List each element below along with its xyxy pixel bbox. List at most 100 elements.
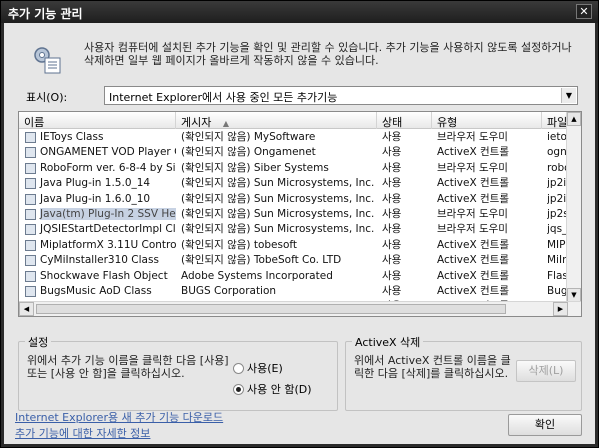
vertical-scrollbar[interactable]: ▲ ▼ [566,112,581,302]
addon-cell-type: ActiveX 컨트롤 [437,177,509,190]
addon-row[interactable]: Java(tm) Plug-In 2 SSV Helper (확인되지 않음) S… [19,207,567,222]
learn-more-link[interactable]: 추가 기능에 대한 자세한 정보 [15,425,150,441]
settings-group-title: 설정 [25,334,52,350]
enable-radio-dot [233,363,244,374]
addon-cell-file: jp2ssv [547,207,567,220]
addon-cell-publisher: Adobe Systems Incorporated [181,269,333,282]
addon-cell-type: 브라우저 도우미 [437,161,508,174]
addon-cell-file: jqs_plu [547,223,567,236]
addon-cell-file: ietoy.d [547,131,567,143]
addon-gear-icon [34,47,61,74]
addon-name: Java Plug-in 1.6.0_10 [40,192,151,205]
addon-icon [25,193,36,205]
addon-cell-status: 사용 [382,284,402,297]
horizontal-scroll-thumb[interactable] [36,304,506,314]
addon-icon [25,270,36,282]
settings-instructions: 위에서 추가 기능 이름을 클릭한 다음 [사용] 또는 [사용 안 함]을 클… [27,354,229,380]
disable-radio[interactable]: 사용 안 함(D) [233,381,312,397]
addon-cell-type: 브라우저 도우미 [437,207,508,220]
addon-cell-name: MiplatformX 3.11U Control [19,238,176,253]
chevron-down-icon[interactable]: ▼ [561,88,576,103]
addon-icon [25,208,36,220]
scroll-right-icon[interactable]: ▶ [553,302,568,316]
addon-icon [25,132,36,143]
addon-cell-type: 브라우저 도우미 [437,131,508,143]
addon-row[interactable]: RoboForm ver. 6-8-4 by Sibe... (확인되지 않음) … [19,161,567,176]
addon-cell-type: ActiveX 컨트롤 [437,254,509,267]
horizontal-scrollbar[interactable]: ◀ ▶ [19,301,581,316]
addon-cell-type: ActiveX 컨트롤 [437,238,509,251]
addon-name: ONGAMENET VOD Player Con... [40,146,176,159]
addon-name: RoboForm ver. 6-8-4 by Sibe... [40,161,176,174]
addon-icon [25,255,36,267]
addon-icon [25,285,36,297]
ok-button[interactable]: 확인 [508,414,582,436]
addon-cell-status: 사용 [382,131,402,143]
addon-cell-name: BugsMusic AoD Class [19,284,176,299]
addon-row[interactable]: IEToys Class (확인되지 않음) MySoftware 사용 브라우저 도… [19,130,567,145]
addon-row[interactable]: Java Plug-in 1.5.0_14 (확인되지 않음) Sun Micro… [19,176,567,191]
show-label: 표시(O): [26,91,68,104]
disable-radio-dot [233,384,244,395]
addon-cell-file: jp2iexp [547,192,567,205]
addon-manager-window: 추가 기능 관리 ✕ 사용자 컴퓨터에 설치된 추가 기능을 확인 및 관리할 … [0,0,599,448]
addon-cell-name: Java Plug-in 1.5.0_14 [19,176,176,191]
addon-cell-publisher: BUGS Corporation [181,284,277,297]
addon-cell-publisher: (확인되지 않음) Sun Microsystems, Inc. [181,223,375,236]
addon-cell-status: 사용 [382,238,402,251]
addon-cell-type: 브라우저 도우미 [437,223,508,236]
addon-name: IEToys Class [40,131,104,143]
addon-cell-type: ActiveX 컨트롤 [437,284,509,297]
addon-cell-status: 사용 [382,146,402,159]
addon-name: BugsMusic AoD Class [40,284,152,297]
addon-cell-publisher: (확인되지 않음) MySoftware [181,131,316,143]
scroll-left-icon[interactable]: ◀ [19,302,34,316]
addon-icon [25,162,36,174]
column-header-publisher[interactable]: 게시자 ▲ [176,112,377,129]
show-filter-select[interactable]: Internet Explorer에서 사용 중인 모든 추가기능 ▼ [104,86,578,105]
delete-button[interactable]: 삭제(L) [516,360,576,382]
addon-row[interactable]: ONGAMENET VOD Player Con... (확인되지 않음) Ong… [19,145,567,160]
download-addons-link[interactable]: Internet Explorer용 새 추가 기능 다운로드 [15,409,223,425]
addon-cell-name: CyMiInstaller310 Class [19,253,176,268]
show-filter-value: Internet Explorer에서 사용 중인 모든 추가기능 [109,91,338,104]
addon-icon [25,147,36,159]
addon-rows: IEToys Class (확인되지 않음) MySoftware 사용 브라우저 도… [19,130,567,315]
addon-cell-name: RoboForm ver. 6-8-4 by Sibe... [19,161,176,176]
title-bar[interactable]: 추가 기능 관리 ✕ [1,1,598,23]
column-header-status[interactable]: 상태 [377,112,432,129]
activex-group-title: ActiveX 삭제 [352,334,424,350]
activex-delete-group: ActiveX 삭제 위에서 ActiveX 컨트롤 이름을 클릭한 다음 [삭… [345,334,582,411]
addon-cell-publisher: (확인되지 않음) Siber Systems [181,161,329,174]
addon-cell-file: Flash9 [547,269,567,282]
addon-row[interactable]: Java Plug-in 1.6.0_10 (확인되지 않음) Sun Micro… [19,192,567,207]
addon-cell-publisher: (확인되지 않음) Ongamenet [181,146,316,159]
scroll-up-icon[interactable]: ▲ [567,112,581,126]
addon-row[interactable]: BugsMusic AoD Class BUGS Corporation 사용 Act… [19,284,567,299]
addon-cell-file: MiInstl [547,254,567,267]
column-header-type[interactable]: 유형 [432,112,542,129]
addon-icon [25,178,36,190]
addon-row[interactable]: JQSIEStartDetectorImpl Class (확인되지 않음) Su… [19,222,567,237]
addon-cell-publisher: (확인되지 않음) Sun Microsystems, Inc. [181,207,375,220]
column-header-name[interactable]: 이름 [19,112,176,129]
addon-list[interactable]: 이름 게시자 ▲ 상태 유형 파일 IEToys Class (확인되지 않음) … [18,111,582,317]
addon-cell-status: 사용 [382,254,402,267]
addon-row[interactable]: MiplatformX 3.11U Control (확인되지 않음) tobes… [19,238,567,253]
enable-radio[interactable]: 사용(E) [233,360,283,376]
list-header: 이름 게시자 ▲ 상태 유형 파일 [19,112,567,129]
addon-name: JQSIEStartDetectorImpl Class [40,223,176,236]
addon-cell-status: 사용 [382,161,402,174]
addon-cell-name: JQSIEStartDetectorImpl Class [19,222,176,237]
addon-icon [25,224,36,236]
close-button[interactable]: ✕ [576,4,592,19]
addon-row[interactable]: CyMiInstaller310 Class (확인되지 않음) TobeSoft… [19,253,567,268]
addon-row[interactable]: Shockwave Flash Object Adobe Systems Inco… [19,269,567,284]
column-header-publisher-label: 게시자 [181,116,212,129]
scroll-down-icon[interactable]: ▼ [567,288,581,302]
activex-instructions: 위에서 ActiveX 컨트롤 이름을 클릭한 다음 [삭제]를 클릭하십시오. [354,354,511,380]
sort-ascending-icon: ▲ [222,119,230,128]
addon-cell-name: IEToys Class [19,130,176,145]
addon-cell-status: 사용 [382,223,402,236]
addon-cell-file: MIPLAT [547,238,567,251]
